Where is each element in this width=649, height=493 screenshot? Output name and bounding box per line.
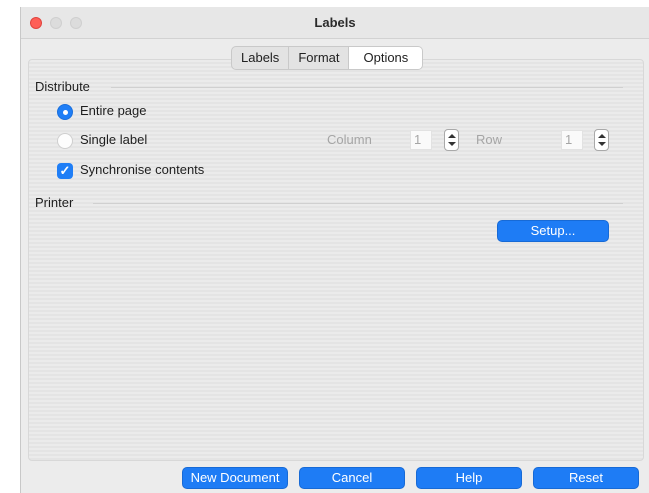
entire-page-label: Entire page: [80, 103, 147, 118]
distribute-divider: [111, 87, 623, 88]
options-panel: [28, 59, 644, 461]
entire-page-radio[interactable]: [57, 104, 73, 120]
new-document-button[interactable]: New Document: [182, 467, 288, 489]
row-field[interactable]: 1: [561, 130, 583, 150]
cancel-button[interactable]: Cancel: [299, 467, 405, 489]
labels-dialog: Labels Labels Format Options Distribute …: [20, 7, 649, 493]
column-label: Column: [327, 132, 372, 147]
synchronise-label: Synchronise contents: [80, 162, 205, 177]
synchronise-checkbox[interactable]: ✓: [57, 163, 73, 179]
single-label-radio[interactable]: [57, 133, 73, 149]
tab-labels[interactable]: Labels: [232, 47, 290, 69]
tab-format[interactable]: Format: [289, 47, 350, 69]
title-bar: Labels: [21, 7, 649, 39]
distribute-heading: Distribute: [35, 79, 90, 94]
column-field[interactable]: 1: [410, 130, 432, 150]
column-stepper-icon[interactable]: [444, 129, 459, 151]
row-label: Row: [476, 132, 503, 147]
single-label-label: Single label: [80, 132, 148, 147]
setup-button[interactable]: Setup...: [497, 220, 609, 242]
window-title: Labels: [314, 15, 356, 30]
reset-button[interactable]: Reset: [533, 467, 639, 489]
printer-heading: Printer: [35, 195, 74, 210]
tab-bar: Labels Format Options: [231, 46, 424, 70]
row-stepper-icon[interactable]: [594, 129, 609, 151]
printer-divider: [93, 203, 623, 204]
help-button[interactable]: Help: [416, 467, 522, 489]
tab-options[interactable]: Options: [349, 47, 423, 69]
